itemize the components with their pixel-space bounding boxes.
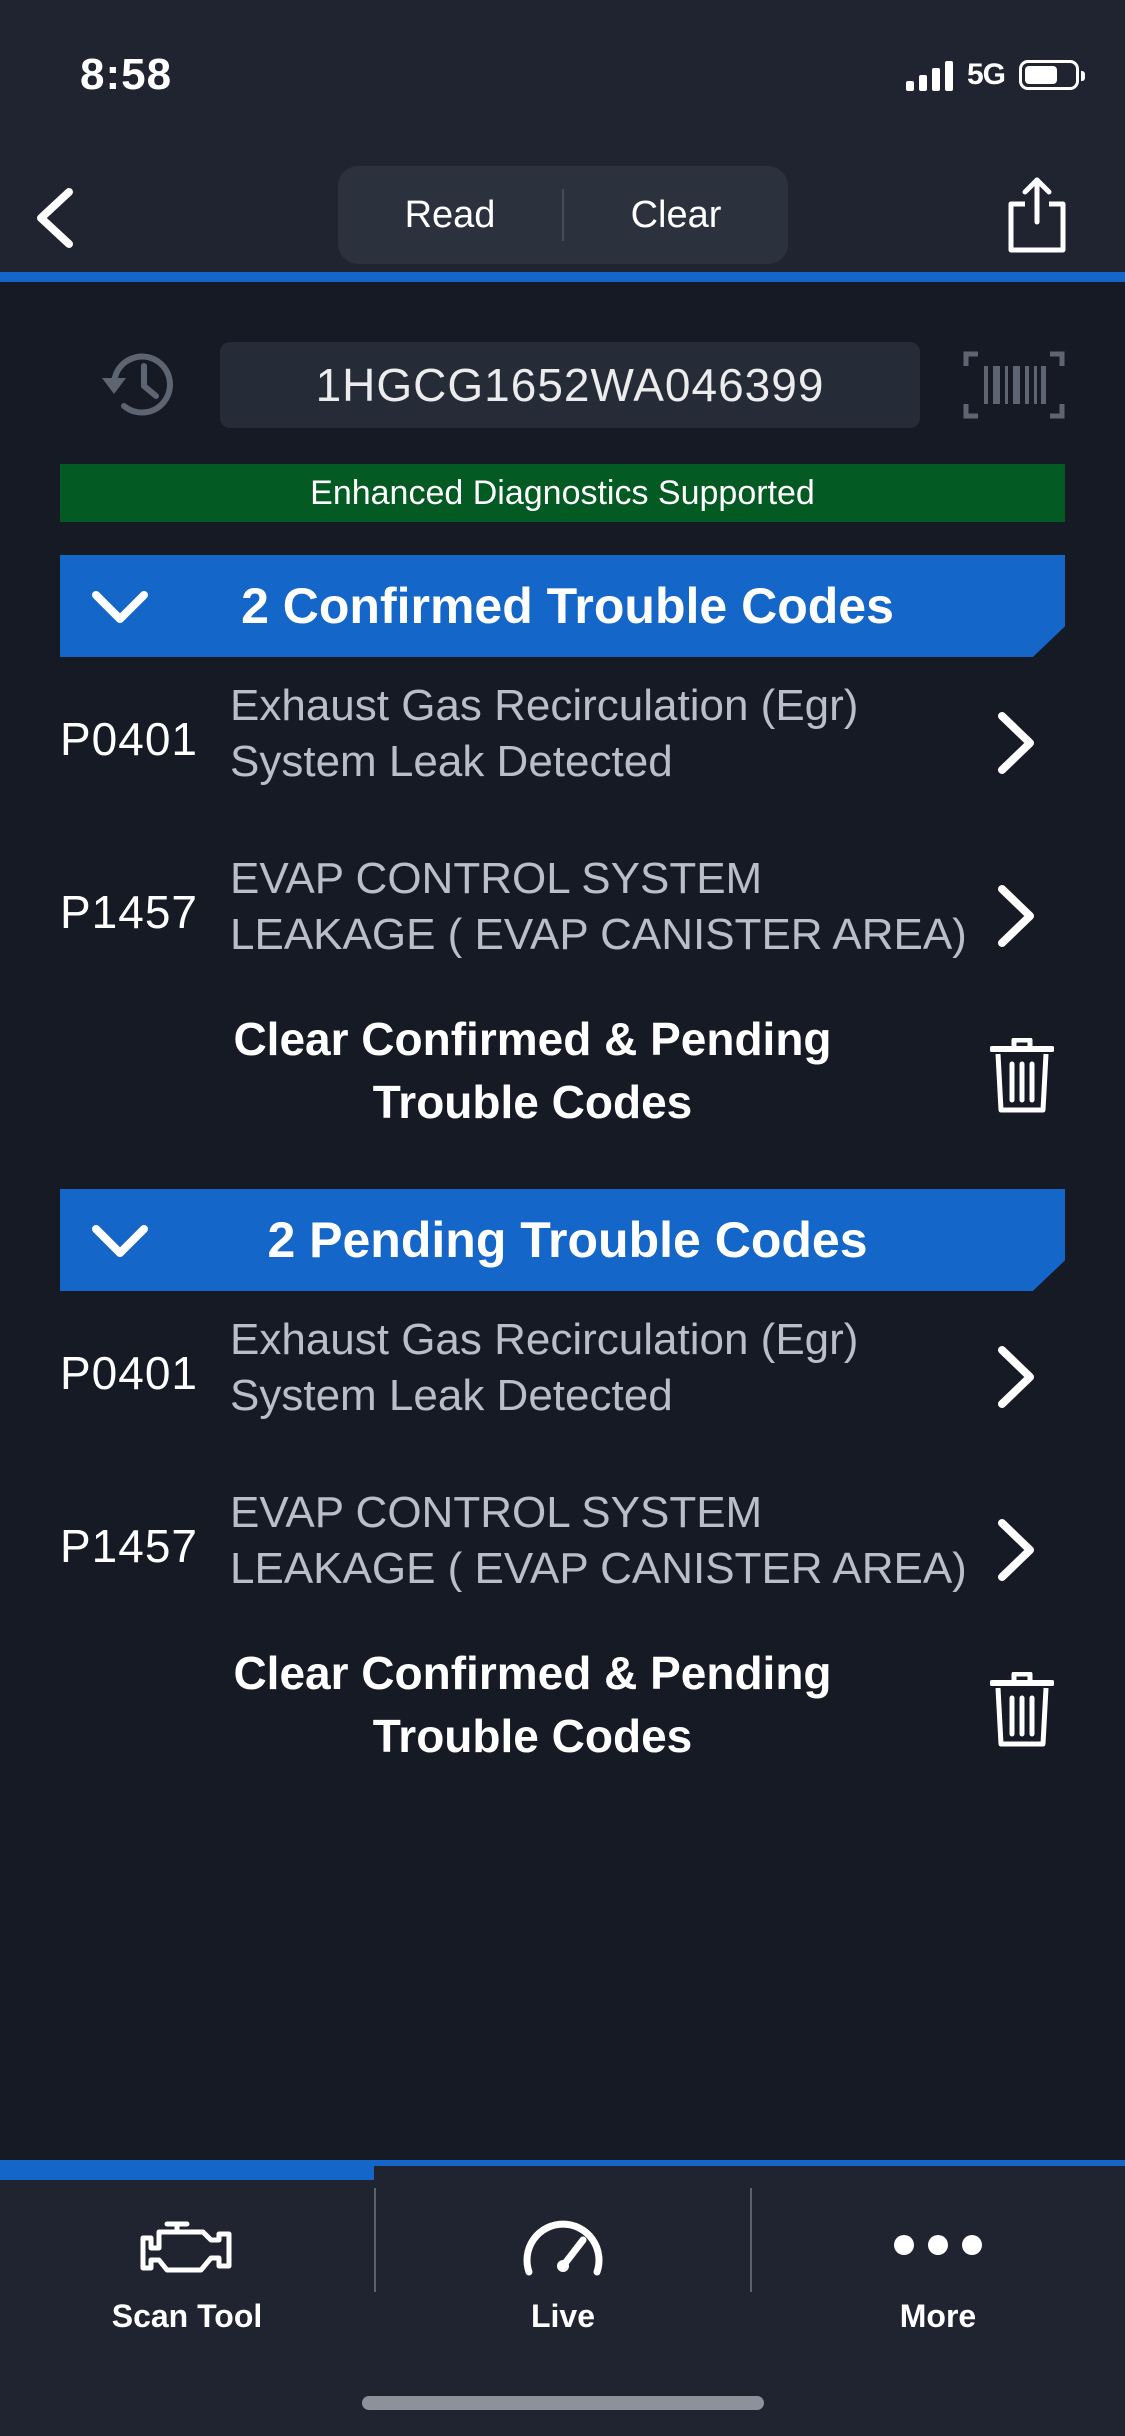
description-line: LEAKAGE ( EVAP CANISTER AREA) bbox=[230, 910, 967, 959]
trouble-code: P1457 bbox=[60, 1520, 199, 1572]
history-button[interactable] bbox=[98, 342, 184, 428]
active-tab-indicator bbox=[0, 2160, 374, 2180]
description-line: EVAP CONTROL SYSTEM bbox=[230, 1488, 763, 1537]
chevron-right-icon bbox=[998, 1346, 1034, 1408]
description-line: LEAKAGE ( EVAP CANISTER AREA) bbox=[230, 1544, 967, 1593]
vin-row: 1HGCG1652WA046399 bbox=[0, 342, 1125, 430]
clear-button[interactable]: Clear bbox=[564, 194, 788, 237]
clear-label-line: Trouble Codes bbox=[372, 1710, 693, 1762]
back-chevron-icon bbox=[37, 188, 73, 248]
battery-icon bbox=[1019, 60, 1085, 90]
clear-label-line: Clear Confirmed & Pending bbox=[233, 1013, 832, 1065]
tab-label: Scan Tool bbox=[111, 2298, 263, 2334]
trash-icon[interactable] bbox=[990, 1672, 1054, 1748]
share-icon bbox=[1008, 177, 1066, 253]
barcode-icon bbox=[963, 351, 1065, 419]
trash-icon[interactable] bbox=[990, 1038, 1054, 1114]
description-line: EVAP CONTROL SYSTEM bbox=[230, 854, 763, 903]
description-line: Exhaust Gas Recirculation (Egr) bbox=[230, 681, 859, 730]
trouble-code: P0401 bbox=[60, 1347, 199, 1399]
clear-codes-button[interactable]: Clear Confirmed & Pending Trouble Codes bbox=[200, 1642, 865, 1768]
history-icon bbox=[102, 353, 173, 416]
trouble-code-description: Exhaust Gas Recirculation (Egr) System L… bbox=[230, 678, 990, 790]
network-label: 5G bbox=[966, 58, 1006, 91]
trouble-code-row[interactable]: P0401 Exhaust Gas Recirculation (Egr) Sy… bbox=[0, 1312, 1125, 1442]
confirmed-codes-header[interactable]: 2 Confirmed Trouble Codes bbox=[60, 555, 1065, 657]
share-button[interactable] bbox=[997, 170, 1077, 260]
pending-codes-title: 2 Pending Trouble Codes bbox=[267, 1212, 868, 1268]
signal-icon bbox=[905, 59, 953, 91]
top-nav: Read Clear bbox=[0, 160, 1125, 272]
chevron-down-icon bbox=[92, 1225, 148, 1257]
nav-accent-line bbox=[0, 272, 1125, 282]
description-line: System Leak Detected bbox=[230, 1371, 673, 1420]
clear-label-line: Trouble Codes bbox=[372, 1076, 693, 1128]
chevron-down-icon bbox=[92, 591, 148, 623]
description-line: System Leak Detected bbox=[230, 737, 673, 786]
trouble-code-description: EVAP CONTROL SYSTEM LEAKAGE ( EVAP CANIS… bbox=[230, 851, 990, 963]
clear-codes-row: Clear Confirmed & Pending Trouble Codes bbox=[0, 1008, 1125, 1148]
pending-codes-header[interactable]: 2 Pending Trouble Codes bbox=[60, 1189, 1065, 1291]
read-clear-segmented-control: Read Clear bbox=[338, 166, 788, 264]
tab-more[interactable]: More bbox=[751, 2180, 1125, 2340]
trouble-code: P1457 bbox=[60, 886, 199, 938]
status-indicators: 5G bbox=[905, 58, 1085, 92]
tab-label: Live bbox=[530, 2298, 596, 2334]
chevron-right-icon bbox=[998, 712, 1034, 774]
trouble-code-row[interactable]: P1457 EVAP CONTROL SYSTEM LEAKAGE ( EVAP… bbox=[0, 1485, 1125, 1615]
trouble-code-row[interactable]: P1457 EVAP CONTROL SYSTEM LEAKAGE ( EVAP… bbox=[0, 851, 1125, 981]
tab-live[interactable]: Live bbox=[376, 2180, 750, 2340]
home-indicator[interactable] bbox=[362, 2396, 764, 2410]
trouble-code: P0401 bbox=[60, 713, 199, 765]
engine-icon bbox=[140, 2221, 232, 2273]
chevron-right-icon bbox=[998, 1519, 1034, 1581]
clear-codes-row: Clear Confirmed & Pending Trouble Codes bbox=[0, 1642, 1125, 1782]
vin-field[interactable]: 1HGCG1652WA046399 bbox=[220, 342, 920, 428]
bottom-tab-bar: Scan Tool Live More bbox=[0, 2160, 1125, 2436]
back-button[interactable] bbox=[20, 178, 90, 258]
confirmed-codes-title: 2 Confirmed Trouble Codes bbox=[241, 578, 894, 634]
trouble-code-description: Exhaust Gas Recirculation (Egr) System L… bbox=[230, 1312, 990, 1424]
tab-label: More bbox=[899, 2298, 977, 2334]
clear-codes-button[interactable]: Clear Confirmed & Pending Trouble Codes bbox=[200, 1008, 865, 1134]
enhanced-diagnostics-banner: Enhanced Diagnostics Supported bbox=[60, 464, 1065, 522]
tab-scan-tool[interactable]: Scan Tool bbox=[0, 2180, 374, 2340]
status-bar: 8:58 5G bbox=[0, 0, 1125, 160]
speedometer-icon bbox=[523, 2220, 603, 2276]
read-button[interactable]: Read bbox=[338, 194, 562, 237]
trouble-code-row[interactable]: P0401 Exhaust Gas Recirculation (Egr) Sy… bbox=[0, 678, 1125, 808]
description-line: Exhaust Gas Recirculation (Egr) bbox=[230, 1315, 859, 1364]
barcode-scan-button[interactable] bbox=[962, 350, 1066, 420]
trouble-code-description: EVAP CONTROL SYSTEM LEAKAGE ( EVAP CANIS… bbox=[230, 1485, 990, 1597]
clear-label-line: Clear Confirmed & Pending bbox=[233, 1647, 832, 1699]
status-time: 8:58 bbox=[80, 50, 173, 99]
more-dots-icon bbox=[894, 2235, 982, 2255]
chevron-right-icon bbox=[998, 885, 1034, 947]
